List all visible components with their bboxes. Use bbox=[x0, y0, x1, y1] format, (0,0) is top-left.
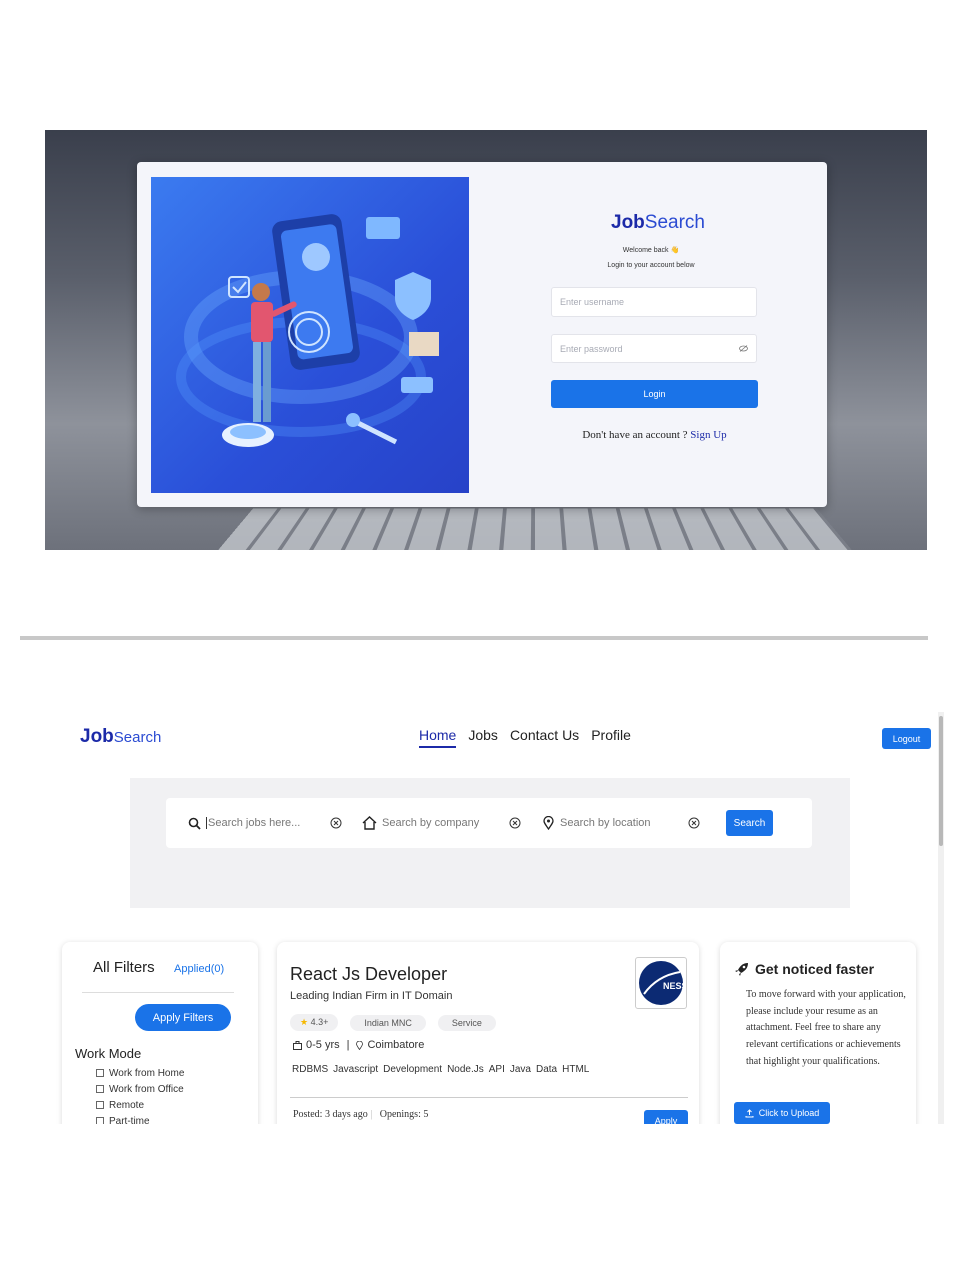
nav-home[interactable]: Home bbox=[419, 727, 456, 748]
apply-button[interactable]: Apply bbox=[644, 1110, 688, 1124]
notice-body: To move forward with your application, p… bbox=[746, 987, 906, 1071]
job-card[interactable]: React Js Developer Leading Indian Firm i… bbox=[277, 942, 699, 1124]
upload-icon bbox=[745, 1109, 754, 1118]
apply-filters-button[interactable]: Apply Filters bbox=[135, 1004, 231, 1031]
login-card: JobSearch Welcome back 👋 Login to your a… bbox=[137, 162, 827, 507]
rating-badge: ★ 4.3+ bbox=[290, 1014, 338, 1031]
job-title[interactable]: React Js Developer bbox=[290, 964, 447, 985]
location-pin-icon bbox=[356, 1041, 363, 1050]
scrollbar-thumb[interactable] bbox=[939, 716, 943, 846]
meta-separator: | bbox=[347, 1039, 350, 1051]
home-screenshot: JobSearch Home Jobs Contact Us Profile L… bbox=[42, 712, 946, 1124]
jobs-search-input[interactable]: Search jobs here... bbox=[206, 817, 330, 829]
nav-jobs[interactable]: Jobs bbox=[468, 727, 498, 748]
filters-divider bbox=[82, 992, 234, 993]
skill: Data bbox=[536, 1064, 557, 1075]
skill: RDBMS bbox=[292, 1064, 328, 1075]
clear-jobs-icon[interactable] bbox=[330, 817, 342, 829]
header-brand-logo[interactable]: JobSearch bbox=[80, 726, 161, 748]
tag-chip: Service bbox=[438, 1015, 496, 1031]
signup-prompt: Don't have an account ? bbox=[582, 429, 687, 441]
nav-contact-us[interactable]: Contact Us bbox=[510, 727, 579, 748]
upload-button[interactable]: Click to Upload bbox=[734, 1102, 830, 1124]
signup-link[interactable]: Sign Up bbox=[690, 429, 726, 441]
skills-list: RDBMS Javascript Development Node.Js API Java… bbox=[292, 1064, 589, 1075]
page-scrollbar[interactable] bbox=[938, 712, 944, 1124]
clear-location-icon[interactable] bbox=[688, 817, 700, 829]
search-icon bbox=[188, 817, 201, 830]
home-icon bbox=[362, 816, 377, 830]
signup-prompt-row: Don't have an account ? Sign Up bbox=[551, 429, 758, 441]
star-icon: ★ bbox=[300, 1017, 308, 1027]
svg-text:NESS: NESS bbox=[663, 981, 684, 991]
company-search-input[interactable]: Search by company bbox=[382, 817, 509, 829]
rocket-icon bbox=[734, 962, 749, 977]
skill: HTML bbox=[562, 1064, 589, 1075]
work-mode-option[interactable]: Remote bbox=[96, 1098, 184, 1114]
tag-chip: Indian MNC bbox=[350, 1015, 426, 1031]
skill: Javascript bbox=[333, 1064, 378, 1075]
experience: 0-5 yrs bbox=[306, 1039, 340, 1051]
eye-off-icon[interactable] bbox=[739, 345, 748, 352]
security-illustration-icon bbox=[151, 177, 469, 493]
skill: Development bbox=[383, 1064, 442, 1075]
password-placeholder: Enter password bbox=[560, 344, 623, 354]
username-placeholder: Enter username bbox=[560, 297, 624, 307]
location-pin-icon bbox=[543, 816, 554, 830]
company-logo: NESS bbox=[635, 957, 687, 1009]
login-screenshot: JobSearch Welcome back 👋 Login to your a… bbox=[45, 130, 927, 550]
job-meta: 0-5 yrs | Coimbatore bbox=[293, 1039, 424, 1051]
checkbox[interactable] bbox=[96, 1117, 104, 1124]
work-mode-list: Work from Home Work from Office Remote P… bbox=[96, 1066, 184, 1124]
main-nav: Home Jobs Contact Us Profile bbox=[419, 727, 631, 748]
briefcase-icon bbox=[293, 1041, 302, 1050]
notice-card: Get noticed faster To move forward with … bbox=[720, 942, 916, 1124]
logout-button[interactable]: Logout bbox=[882, 728, 931, 749]
job-chips: ★ 4.3+ Indian MNC Service bbox=[290, 1014, 496, 1031]
work-mode-option[interactable]: Work from Office bbox=[96, 1082, 184, 1098]
keyboard-background bbox=[214, 508, 855, 550]
password-field[interactable]: Enter password bbox=[551, 334, 757, 363]
filters-title: All Filters bbox=[93, 959, 155, 976]
work-mode-option[interactable]: Work from Home bbox=[96, 1066, 184, 1082]
notice-title: Get noticed faster bbox=[755, 961, 874, 977]
login-illustration bbox=[151, 177, 469, 493]
skill: API bbox=[489, 1064, 505, 1075]
checkbox[interactable] bbox=[96, 1069, 104, 1077]
skill: Java bbox=[510, 1064, 531, 1075]
login-subtitle: Login to your account below bbox=[571, 262, 731, 269]
nav-profile[interactable]: Profile bbox=[591, 727, 631, 748]
location-search-input[interactable]: Search by location bbox=[560, 817, 688, 829]
posted-date: Posted: 3 days ago bbox=[293, 1109, 368, 1120]
skill: Node.Js bbox=[447, 1064, 484, 1075]
login-brand-logo: JobSearch bbox=[611, 212, 705, 234]
clear-company-icon[interactable] bbox=[509, 817, 521, 829]
welcome-text: Welcome back 👋 bbox=[581, 246, 721, 254]
checkbox[interactable] bbox=[96, 1085, 104, 1093]
search-bar: Search jobs here... Search by company Se… bbox=[166, 798, 812, 848]
job-card-divider bbox=[290, 1097, 688, 1098]
job-company: Leading Indian Firm in IT Domain bbox=[290, 990, 452, 1002]
openings-count: Openings: 5 bbox=[380, 1109, 429, 1120]
job-location: Coimbatore bbox=[367, 1039, 424, 1051]
section-divider bbox=[20, 636, 928, 640]
search-button[interactable]: Search bbox=[726, 810, 773, 836]
work-mode-title: Work Mode bbox=[75, 1046, 141, 1061]
login-button[interactable]: Login bbox=[551, 380, 758, 408]
username-field[interactable]: Enter username bbox=[551, 287, 757, 317]
checkbox[interactable] bbox=[96, 1101, 104, 1109]
filters-applied-count: Applied(0) bbox=[174, 963, 224, 975]
ness-logo-icon: NESS bbox=[638, 960, 684, 1006]
work-mode-option[interactable]: Part-time bbox=[96, 1114, 184, 1124]
filters-card: All Filters Applied(0) Apply Filters Wor… bbox=[62, 942, 258, 1124]
job-footer: Posted: 3 days ago | Openings: 5 bbox=[293, 1109, 428, 1120]
